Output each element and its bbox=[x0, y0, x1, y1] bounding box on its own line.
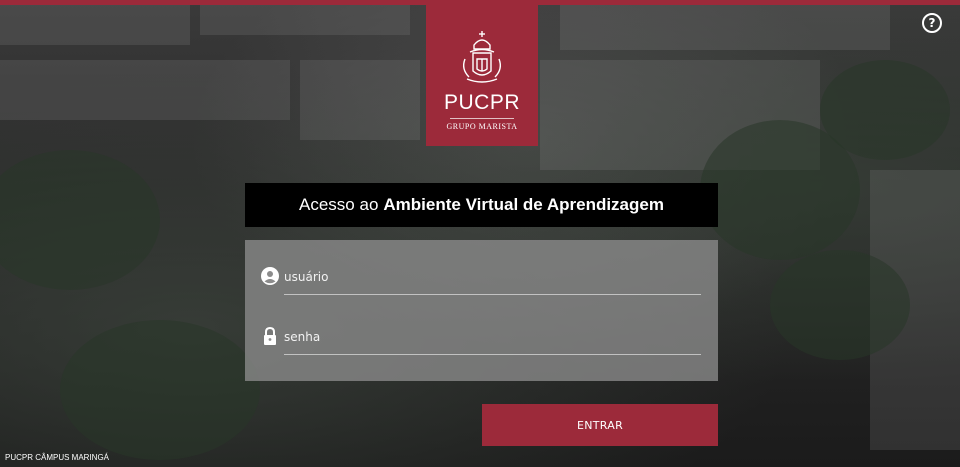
login-button[interactable]: ENTRAR bbox=[482, 404, 718, 446]
title-prefix: Acesso ao bbox=[299, 195, 379, 214]
campus-label: PUCPR CÂMPUS MARINGÁ bbox=[5, 453, 110, 462]
username-field bbox=[261, 260, 701, 296]
password-field bbox=[261, 320, 701, 356]
brand-divider bbox=[450, 118, 514, 119]
question-circle-icon: ? bbox=[928, 16, 936, 30]
user-circle-icon bbox=[261, 267, 279, 285]
page-title: Acesso ao Ambiente Virtual de Aprendizag… bbox=[245, 183, 718, 227]
brand-subtitle: GRUPO MARISTA bbox=[446, 122, 518, 131]
title-emphasis: Ambiente Virtual de Aprendizagem bbox=[383, 195, 664, 214]
login-form bbox=[245, 240, 718, 381]
lock-icon bbox=[264, 327, 276, 345]
pucpr-logo: PUCPR GRUPO MARISTA bbox=[426, 5, 538, 146]
brand-name: PUCPR bbox=[443, 91, 520, 114]
crest-icon bbox=[462, 31, 502, 83]
username-input[interactable] bbox=[284, 260, 701, 295]
help-button[interactable]: ? bbox=[922, 13, 942, 33]
password-input[interactable] bbox=[284, 320, 701, 355]
